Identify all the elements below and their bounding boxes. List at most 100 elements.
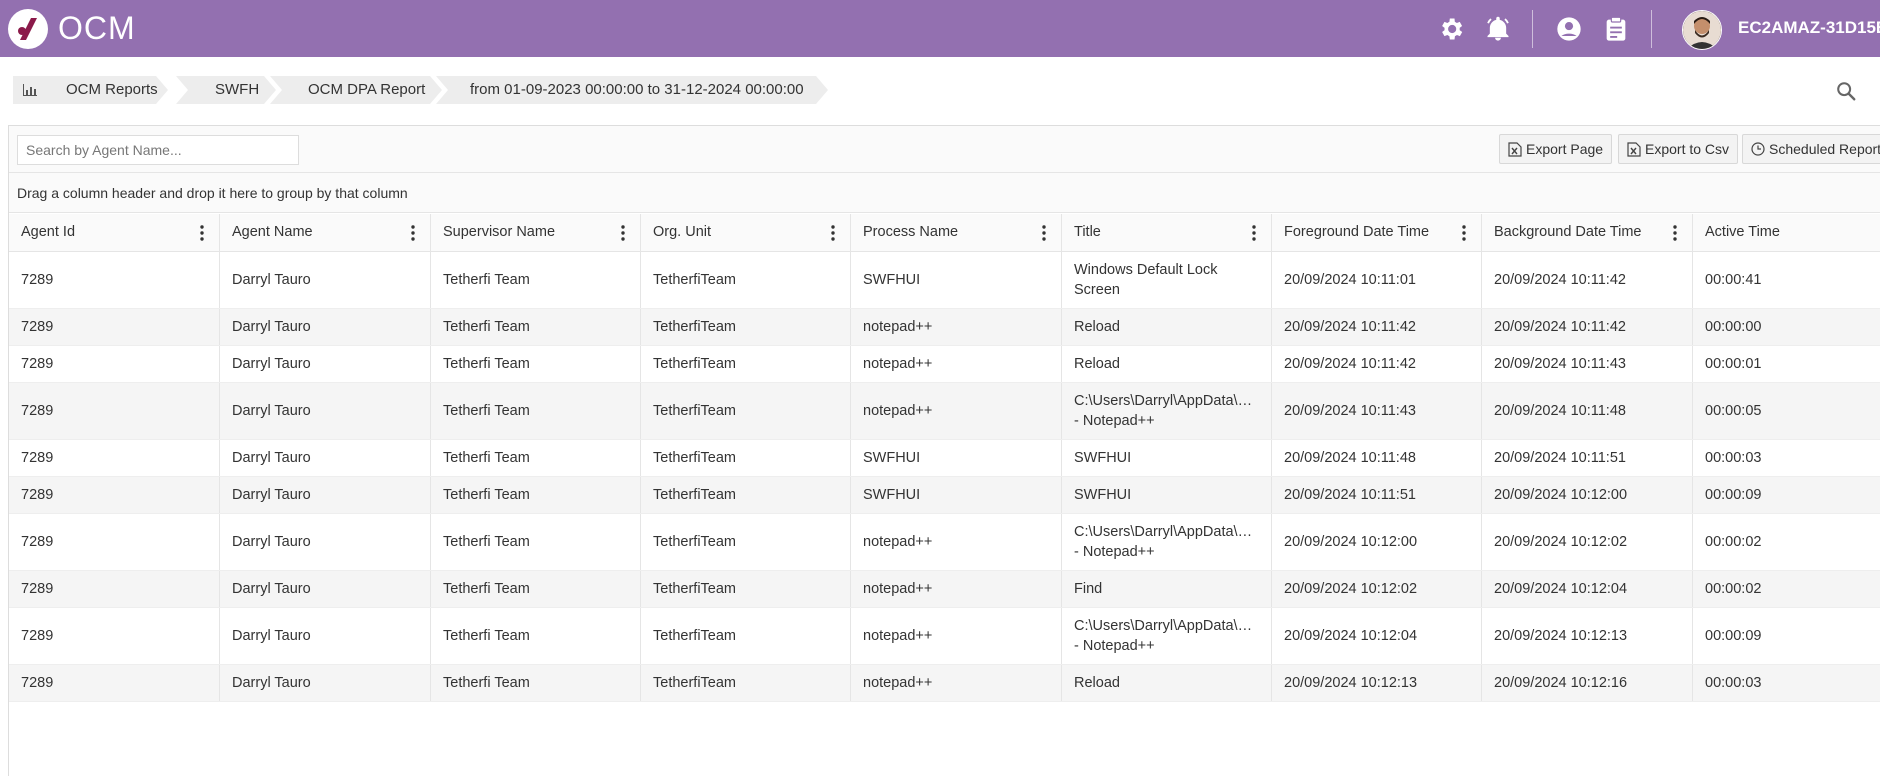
cell-value: 00:00:00 <box>1705 319 1762 335</box>
table-row[interactable]: 7289 Darryl Tauro Tetherfi Team TetherfiTea… <box>9 383 1880 440</box>
cell-value: 00:00:09 <box>1705 487 1762 503</box>
cell-value: 20/09/2024 10:12:02 <box>1284 581 1418 597</box>
search-icon[interactable] <box>1835 80 1857 102</box>
column-header-label: Org. Unit <box>653 224 712 240</box>
export-csv-label: Export to Csv <box>1645 141 1730 157</box>
column-header-label: Supervisor Name <box>443 224 556 240</box>
cell-active-time: 00:00:02 <box>1693 514 1880 570</box>
cell-value: 7289 <box>21 628 54 644</box>
column-header-background-date-time[interactable]: Background Date Time <box>1482 214 1693 251</box>
table-row[interactable]: 7289 Darryl Tauro Tetherfi Team TetherfiTea… <box>9 571 1880 608</box>
export-page-label: Export Page <box>1526 141 1604 157</box>
cell-value: 7289 <box>21 675 54 691</box>
column-menu-icon[interactable] <box>831 225 835 241</box>
agent-search-input[interactable] <box>17 135 299 165</box>
cell-value: Tetherfi Team <box>443 403 530 419</box>
cell-value: Darryl Tauro <box>232 356 311 372</box>
cell-value: TetherfiTeam <box>653 581 737 597</box>
column-menu-icon[interactable] <box>1462 225 1466 241</box>
table-row[interactable]: 7289 Darryl Tauro Tetherfi Team TetherfiTea… <box>9 514 1880 571</box>
table-row[interactable]: 7289 Darryl Tauro Tetherfi Team TetherfiTea… <box>9 440 1880 477</box>
cell-background-date-time: 20/09/2024 10:12:13 <box>1482 608 1693 664</box>
column-menu-icon[interactable] <box>1252 225 1256 241</box>
cell-value: Tetherfi Team <box>443 450 530 466</box>
column-menu-icon[interactable] <box>1673 225 1677 241</box>
column-header-title[interactable]: Title <box>1062 214 1272 251</box>
cell-foreground-date-time: 20/09/2024 10:12:04 <box>1272 608 1482 664</box>
cell-foreground-date-time: 20/09/2024 10:12:13 <box>1272 665 1482 701</box>
cell-title: Reload <box>1062 665 1272 701</box>
user-circle-icon[interactable] <box>1555 15 1583 43</box>
logo-icon[interactable] <box>8 9 48 49</box>
column-menu-icon[interactable] <box>621 225 625 241</box>
breadcrumb-item-swfh[interactable]: SWFH <box>176 76 276 104</box>
table-row[interactable]: 7289 Darryl Tauro Tetherfi Team TetherfiTea… <box>9 665 1880 702</box>
export-page-button[interactable]: Export Page <box>1499 134 1613 164</box>
cell-title: Reload <box>1062 346 1272 382</box>
group-by-drop-zone[interactable]: Drag a column header and drop it here to… <box>9 173 1880 213</box>
cell-agent-id: 7289 <box>9 665 220 701</box>
export-csv-button[interactable]: Export to Csv <box>1618 134 1739 164</box>
cell-background-date-time: 20/09/2024 10:11:51 <box>1482 440 1693 476</box>
breadcrumb-item-dpa-report[interactable]: OCM DPA Report <box>270 76 442 104</box>
cell-foreground-date-time: 20/09/2024 10:12:00 <box>1272 514 1482 570</box>
cell-active-time: 00:00:00 <box>1693 309 1880 345</box>
column-menu-icon[interactable] <box>411 225 415 241</box>
table-row[interactable]: 7289 Darryl Tauro Tetherfi Team TetherfiTea… <box>9 608 1880 665</box>
table-row[interactable]: 7289 Darryl Tauro Tetherfi Team TetherfiTea… <box>9 346 1880 383</box>
cell-agent-id: 7289 <box>9 346 220 382</box>
cell-title: C:\Users\Darryl\AppData\R... - Notepad++ <box>1062 608 1272 664</box>
column-header-agent-id[interactable]: Agent Id <box>9 214 220 251</box>
cell-active-time: 00:00:02 <box>1693 571 1880 607</box>
cell-value: TetherfiTeam <box>653 272 737 288</box>
column-header-org-unit[interactable]: Org. Unit <box>641 214 851 251</box>
cell-agent-id: 7289 <box>9 252 220 308</box>
cell-value: 20/09/2024 10:11:43 <box>1494 356 1626 372</box>
column-header-agent-name[interactable]: Agent Name <box>220 214 431 251</box>
table-row[interactable]: 7289 Darryl Tauro Tetherfi Team TetherfiTea… <box>9 477 1880 514</box>
cell-value: Reload <box>1074 356 1120 372</box>
cell-value: 00:00:02 <box>1705 581 1762 597</box>
breadcrumb-item-date-range[interactable]: from 01-09-2023 00:00:00 to 31-12-2024 0… <box>436 76 828 104</box>
column-header-foreground-date-time[interactable]: Foreground Date Time <box>1272 214 1482 251</box>
cell-org-unit: TetherfiTeam <box>641 571 851 607</box>
table-row[interactable]: 7289 Darryl Tauro Tetherfi Team TetherfiTea… <box>9 309 1880 346</box>
column-menu-icon[interactable] <box>1042 225 1046 241</box>
cell-value: Darryl Tauro <box>232 319 311 335</box>
cell-org-unit: TetherfiTeam <box>641 440 851 476</box>
cell-value: notepad++ <box>863 675 933 691</box>
machine-name[interactable]: EC2AMAZ-31D15E <box>1738 18 1880 38</box>
clipboard-icon[interactable] <box>1602 15 1630 43</box>
avatar[interactable] <box>1682 10 1722 50</box>
cell-active-time: 00:00:09 <box>1693 477 1880 513</box>
cell-process-name: notepad++ <box>851 571 1062 607</box>
cell-value: 20/09/2024 10:11:42 <box>1494 319 1626 335</box>
cell-supervisor-name: Tetherfi Team <box>431 514 641 570</box>
column-header-process-name[interactable]: Process Name <box>851 214 1062 251</box>
cell-value: 20/09/2024 10:11:42 <box>1284 356 1416 372</box>
cell-value: 7289 <box>21 487 54 503</box>
column-header-label: Background Date Time <box>1494 224 1642 240</box>
cell-agent-name: Darryl Tauro <box>220 665 431 701</box>
cell-background-date-time: 20/09/2024 10:11:43 <box>1482 346 1693 382</box>
column-menu-icon[interactable] <box>200 225 204 241</box>
cell-value: TetherfiTeam <box>653 534 737 550</box>
column-header-active-time[interactable]: Active Time <box>1693 214 1880 251</box>
cell-value: 20/09/2024 10:11:42 <box>1494 272 1626 288</box>
excel-file-icon <box>1627 142 1641 157</box>
gear-icon[interactable] <box>1437 15 1465 43</box>
cell-org-unit: TetherfiTeam <box>641 346 851 382</box>
cell-org-unit: TetherfiTeam <box>641 477 851 513</box>
cell-value: 00:00:02 <box>1705 534 1762 550</box>
cell-value: 20/09/2024 10:12:16 <box>1494 675 1628 691</box>
cell-value: Windows Default Lock Screen <box>1074 262 1218 298</box>
column-header-supervisor-name[interactable]: Supervisor Name <box>431 214 641 251</box>
breadcrumb-item-ocm-reports[interactable]: OCM Reports <box>13 76 168 104</box>
cell-background-date-time: 20/09/2024 10:11:48 <box>1482 383 1693 439</box>
cell-value: SWFHUI <box>1074 450 1132 466</box>
cell-value: 20/09/2024 10:12:13 <box>1284 675 1418 691</box>
table-row[interactable]: 7289 Darryl Tauro Tetherfi Team TetherfiTea… <box>9 252 1880 309</box>
cell-value: Darryl Tauro <box>232 272 311 288</box>
bell-icon[interactable] <box>1484 15 1512 43</box>
scheduled-report-button[interactable]: Scheduled Report <box>1742 134 1880 164</box>
